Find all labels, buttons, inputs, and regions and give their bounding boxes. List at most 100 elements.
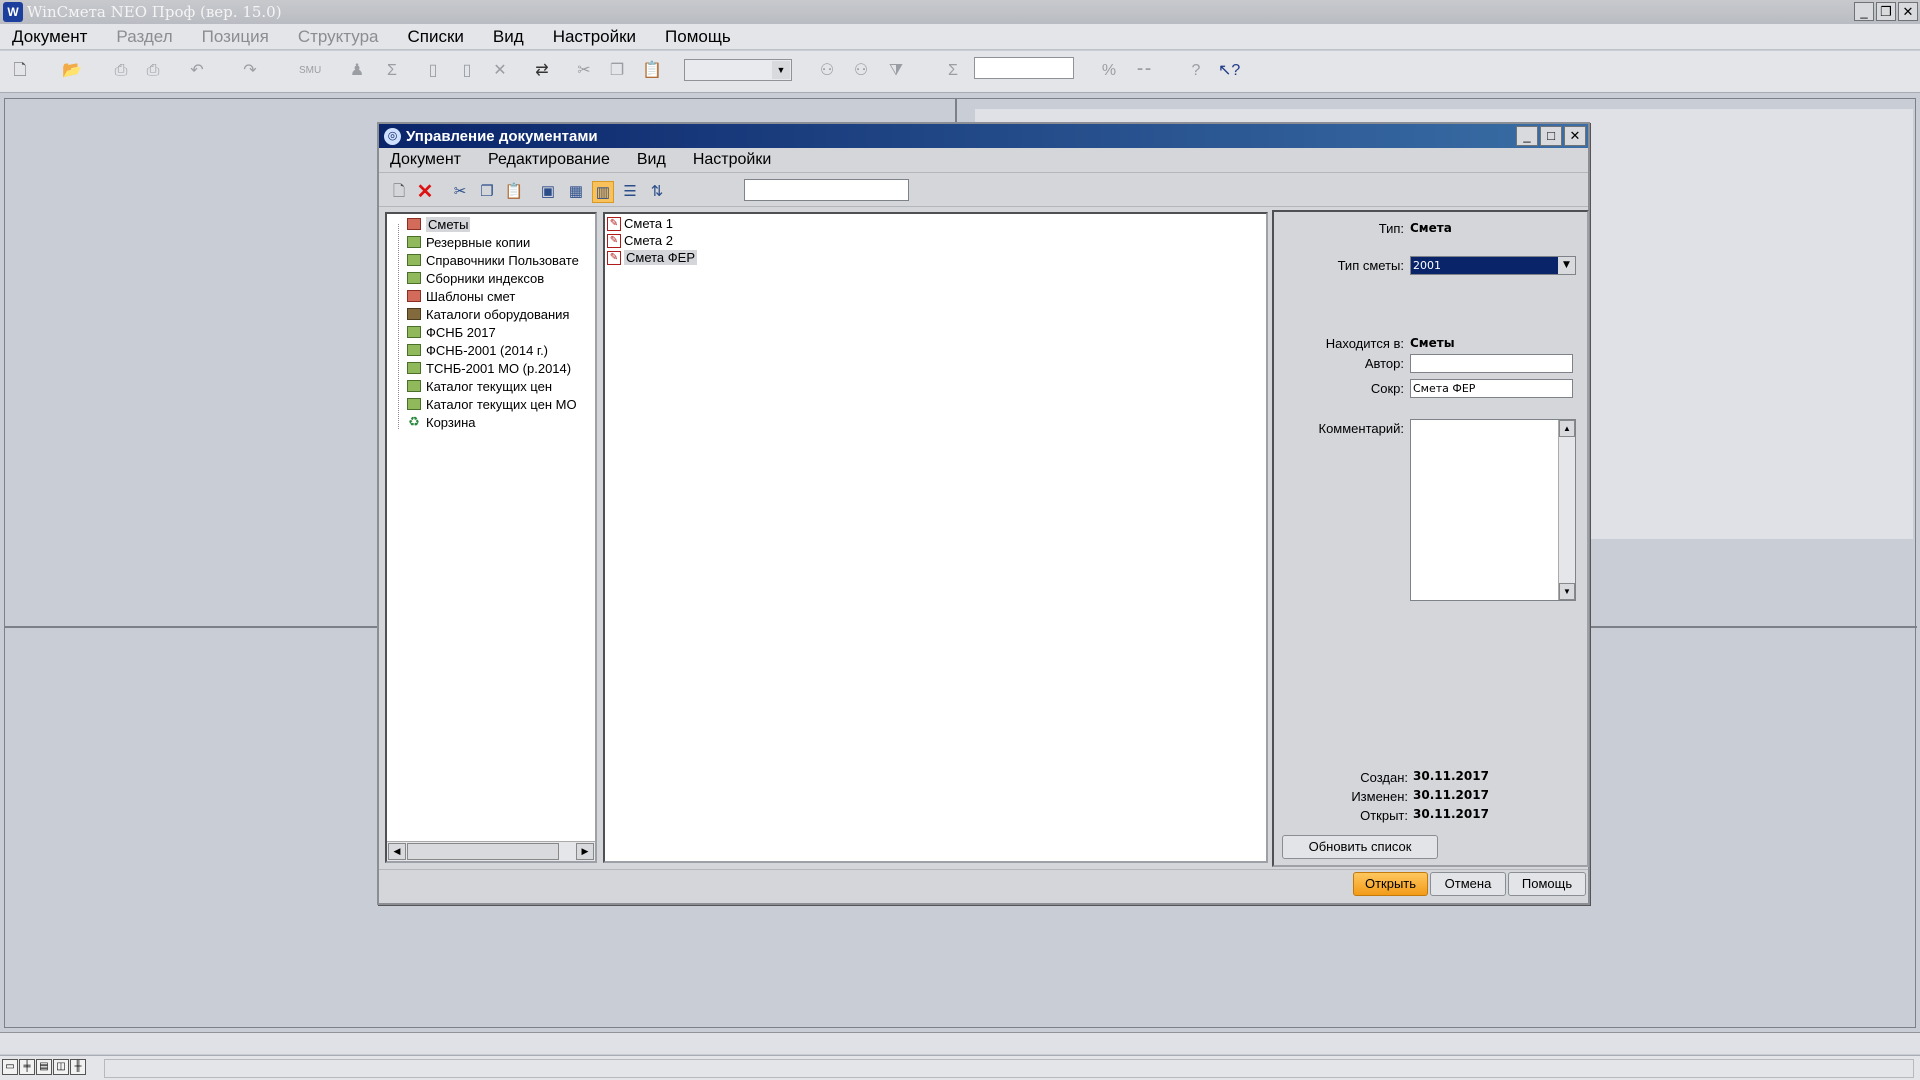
scroll-left-icon[interactable]: ◀ bbox=[388, 843, 406, 860]
toolbar-combo[interactable]: ▼ bbox=[684, 59, 792, 81]
menu-lists[interactable]: Списки bbox=[408, 27, 464, 47]
app-title-bar: W WinСмета NEO Проф (вер. 15.0) _ ❐ ✕ bbox=[0, 0, 1920, 24]
binoculars-icon[interactable]: ⚇ bbox=[817, 61, 837, 81]
author-field[interactable] bbox=[1410, 354, 1573, 373]
split-icon[interactable]: ◫ bbox=[53, 1059, 69, 1075]
table-icon[interactable]: ▤ bbox=[36, 1059, 52, 1075]
folder-icon bbox=[407, 236, 421, 248]
dialog-menu-settings[interactable]: Настройки bbox=[693, 151, 771, 169]
document-list[interactable]: ✎ Смета 1 ✎ Смета 2 ✎ Смета ФЕР bbox=[603, 212, 1268, 863]
dialog-menu-view[interactable]: Вид bbox=[637, 151, 666, 169]
chevron-down-icon[interactable]: ▼ bbox=[1558, 257, 1575, 274]
dialog-maximize-button[interactable]: □ bbox=[1540, 126, 1562, 146]
tree-item-tsnb-2001-mo[interactable]: ТСНБ-2001 МО (р.2014) bbox=[407, 359, 571, 377]
sum-icon[interactable]: Σ bbox=[382, 61, 402, 81]
tree-item-backups[interactable]: Резервные копии bbox=[407, 233, 530, 251]
modified-value: 30.11.2017 bbox=[1413, 788, 1489, 802]
help-button[interactable]: Помощь bbox=[1508, 872, 1586, 896]
scroll-down-icon[interactable]: ▼ bbox=[1559, 583, 1575, 600]
scroll-up-icon[interactable]: ▲ bbox=[1559, 420, 1575, 437]
filter-icon[interactable]: ⧩ bbox=[886, 61, 906, 81]
undo-icon[interactable]: ↶ bbox=[187, 61, 207, 81]
redo-icon[interactable]: ↷ bbox=[240, 61, 260, 81]
scroll-thumb[interactable] bbox=[407, 843, 559, 860]
new-document-icon[interactable]: 🗋 bbox=[388, 181, 410, 203]
tree-item-templates[interactable]: Шаблоны смет bbox=[407, 287, 515, 305]
minus-icon[interactable]: ⁃⁃ bbox=[1134, 61, 1154, 81]
tree-item-current-prices[interactable]: Каталог текущих цен bbox=[407, 377, 552, 395]
dialog-search-input[interactable] bbox=[744, 179, 909, 201]
print-icon[interactable]: ⎙ bbox=[111, 61, 131, 81]
short-name-field[interactable]: Смета ФЕР bbox=[1410, 379, 1573, 398]
list-item[interactable]: ✎ Смета 1 bbox=[607, 215, 673, 232]
estimate-type-select[interactable]: 2001 ▼ bbox=[1410, 256, 1576, 275]
comment-scrollbar[interactable]: ▲ ▼ bbox=[1558, 420, 1575, 600]
page-n-icon[interactable]: ▯ bbox=[457, 61, 477, 81]
person-icon[interactable]: ♟ bbox=[347, 61, 367, 81]
delete-icon[interactable]: ✕ bbox=[414, 181, 436, 203]
menu-section[interactable]: Раздел bbox=[116, 27, 172, 47]
sigma-icon[interactable]: Σ bbox=[943, 61, 963, 81]
restore-button[interactable]: ❐ bbox=[1876, 2, 1896, 21]
cancel-button[interactable]: Отмена bbox=[1430, 872, 1506, 896]
folder-tree[interactable]: Сметы Резервные копии Справочники Пользо… bbox=[385, 212, 597, 863]
menu-structure[interactable]: Структура bbox=[298, 27, 379, 47]
image-icon[interactable]: ▣ bbox=[537, 181, 559, 203]
menu-view[interactable]: Вид bbox=[493, 27, 524, 47]
tree-item-estimates[interactable]: Сметы bbox=[407, 215, 471, 233]
print-preview-icon[interactable]: ⎙ bbox=[143, 61, 163, 81]
menu-settings[interactable]: Настройки bbox=[553, 27, 636, 47]
menu-position[interactable]: Позиция bbox=[202, 27, 269, 47]
grid-icon[interactable]: ╪ bbox=[19, 1059, 35, 1075]
list-item[interactable]: ✎ Смета 2 bbox=[607, 232, 673, 249]
find-next-icon[interactable]: ⚇ bbox=[851, 61, 871, 81]
open-button[interactable]: Открыть bbox=[1353, 872, 1428, 896]
tree-item-fsnb-2017[interactable]: ФСНБ 2017 bbox=[407, 323, 496, 341]
tree-item-index-collections[interactable]: Сборники индексов bbox=[407, 269, 544, 287]
refresh-list-button[interactable]: Обновить список bbox=[1282, 835, 1438, 859]
close-button[interactable]: ✕ bbox=[1898, 2, 1918, 21]
dialog-menu-edit[interactable]: Редактирование bbox=[488, 151, 610, 169]
dialog-logo-icon: ◎ bbox=[384, 127, 401, 145]
layout-icon[interactable]: ▭ bbox=[2, 1059, 18, 1075]
copy-icon[interactable]: ❐ bbox=[607, 61, 627, 81]
scroll-right-icon[interactable]: ▶ bbox=[576, 843, 594, 860]
help-icon[interactable]: ? bbox=[1186, 61, 1206, 81]
list-view-icon[interactable]: ☰ bbox=[619, 181, 641, 203]
page-icon[interactable]: ▯ bbox=[423, 61, 443, 81]
context-help-icon[interactable]: ↖? bbox=[1218, 61, 1240, 81]
list-item[interactable]: ✎ Смета ФЕР bbox=[607, 249, 697, 266]
tree-item-current-prices-mo[interactable]: Каталог текущих цен МО bbox=[407, 395, 577, 413]
comment-textarea[interactable]: ▲ ▼ bbox=[1410, 419, 1576, 601]
chevron-down-icon[interactable]: ▼ bbox=[772, 61, 790, 79]
menu-help[interactable]: Помощь bbox=[665, 27, 731, 47]
large-icons-view-icon[interactable]: ▦ bbox=[565, 181, 587, 203]
sort-icon[interactable]: ⇅ bbox=[646, 181, 668, 203]
tree-item-fsnb-2001[interactable]: ФСНБ-2001 (2014 г.) bbox=[407, 341, 548, 359]
open-folder-icon[interactable]: 📂 bbox=[62, 61, 82, 81]
cut-icon[interactable]: ✂ bbox=[449, 181, 471, 203]
tree-item-equipment-catalogs[interactable]: Каталоги оборудования bbox=[407, 305, 569, 323]
columns-icon[interactable]: ╫ bbox=[70, 1059, 86, 1075]
details-view-icon[interactable]: ▥ bbox=[592, 181, 614, 203]
bottom-panel bbox=[0, 1032, 1920, 1054]
cut-icon[interactable]: ✂ bbox=[574, 61, 594, 81]
transfer-icon[interactable]: ⇄ bbox=[527, 61, 557, 81]
delete-icon[interactable]: ✕ bbox=[490, 61, 510, 81]
percent-icon[interactable]: % bbox=[1099, 61, 1119, 81]
toolbar-input[interactable] bbox=[974, 57, 1074, 79]
abbreviation-icon[interactable]: SMU bbox=[299, 61, 321, 81]
tree-item-trash[interactable]: ♻ Корзина bbox=[407, 413, 476, 431]
dialog-minimize-button[interactable]: _ bbox=[1516, 126, 1538, 146]
copy-icon[interactable]: ❐ bbox=[476, 181, 498, 203]
tree-horizontal-scrollbar[interactable]: ◀ ▶ bbox=[387, 841, 595, 861]
dialog-menu-document[interactable]: Документ bbox=[390, 151, 461, 169]
paste-icon[interactable]: 📋 bbox=[503, 181, 525, 203]
menu-document[interactable]: Документ bbox=[12, 27, 87, 47]
tree-item-user-references[interactable]: Справочники Пользовате bbox=[407, 251, 579, 269]
dialog-close-button[interactable]: ✕ bbox=[1564, 126, 1586, 146]
paste-icon[interactable]: 📋 bbox=[642, 61, 662, 81]
new-document-icon[interactable]: 🗋 bbox=[10, 61, 30, 81]
minimize-button[interactable]: _ bbox=[1854, 2, 1874, 21]
status-bar: ▭ ╪ ▤ ◫ ╫ bbox=[0, 1055, 1920, 1080]
